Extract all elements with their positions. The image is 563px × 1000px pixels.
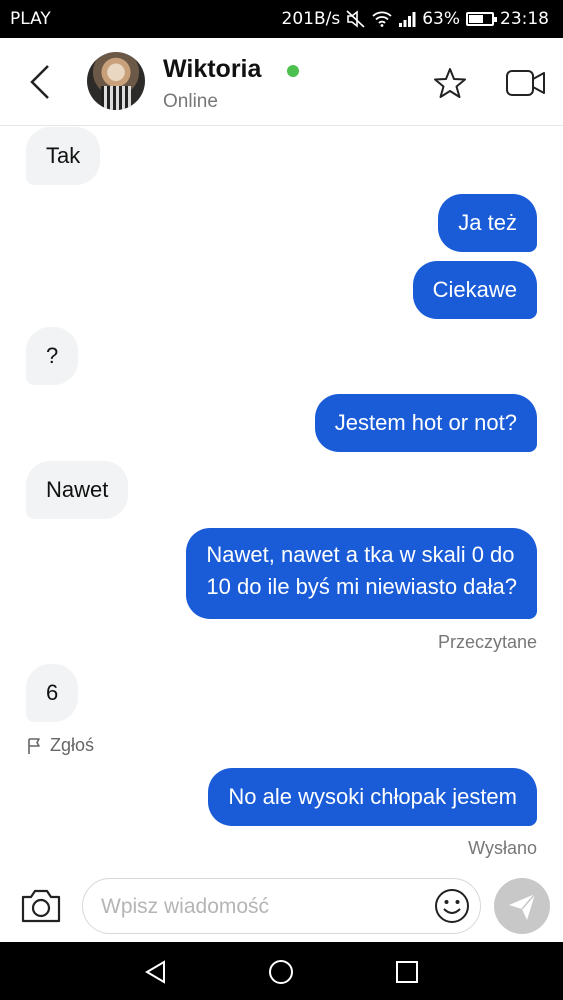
contact-status: Online: [163, 91, 218, 112]
read-receipt: Przeczytane: [437, 632, 537, 652]
system-navigation-bar: [0, 942, 563, 1000]
message-input-container: [82, 878, 481, 934]
status-bar: PLAY 201B/s 63% 23:18: [0, 0, 563, 38]
star-icon: [434, 68, 466, 98]
message-incoming[interactable]: Tak: [26, 127, 101, 185]
message-text: Ja też: [458, 210, 517, 235]
contact-name: Wiktoria: [163, 55, 262, 83]
message-outgoing[interactable]: Jestem hot or not?: [314, 394, 537, 452]
message-incoming[interactable]: 6: [26, 664, 79, 722]
message-outgoing[interactable]: No ale wysoki chłopak jestem: [208, 768, 537, 826]
nav-back-button[interactable]: [143, 959, 169, 985]
battery-icon: [466, 12, 497, 26]
video-camera-icon: [506, 70, 545, 96]
battery-fill: [469, 15, 483, 23]
nav-home-button[interactable]: [268, 959, 294, 985]
report-label: Zgłoś: [50, 735, 95, 755]
report-button[interactable]: Zgłoś: [26, 735, 94, 756]
triangle-back-icon: [145, 960, 165, 984]
signal-icon: [398, 11, 416, 27]
message-text: Ciekawe: [432, 277, 517, 302]
mute-icon: [346, 10, 366, 28]
smiley-icon: [435, 889, 469, 923]
message-incoming[interactable]: ?: [26, 327, 79, 385]
camera-icon: [21, 889, 61, 923]
message-text: Tak: [46, 143, 81, 168]
emoji-button[interactable]: [434, 888, 470, 924]
status-bar-right: 201B/s 63% 23:18: [282, 9, 550, 29]
message-incoming[interactable]: Nawet: [26, 461, 129, 519]
video-call-button[interactable]: [505, 68, 547, 98]
contact-avatar[interactable]: [87, 52, 145, 110]
message-text: Nawet: [46, 477, 109, 502]
message-text: 6: [46, 680, 59, 705]
message-text: No ale wysoki chłopak jestem: [228, 784, 517, 809]
carrier-name: PLAY: [10, 9, 51, 29]
message-text-line: 10 do ile byś mi niewiasto dała?: [206, 574, 517, 599]
camera-button[interactable]: [18, 883, 64, 929]
flag-icon: [28, 737, 40, 754]
circle-home-icon: [269, 960, 293, 984]
nav-recents-button[interactable]: [394, 959, 420, 985]
send-button[interactable]: [494, 878, 550, 934]
wifi-icon: [372, 11, 392, 27]
sent-receipt: Wysłano: [468, 838, 537, 858]
message-outgoing[interactable]: Nawet, nawet a tka w skali 0 do 10 do il…: [186, 528, 537, 619]
message-text-line: Nawet, nawet a tka w skali 0 do: [206, 542, 515, 567]
favorite-button[interactable]: [433, 66, 467, 100]
network-speed: 201B/s: [281, 9, 341, 29]
message-outgoing[interactable]: Ciekawe: [412, 261, 537, 319]
chat-header: Wiktoria Online: [0, 38, 563, 126]
paper-plane-icon: [509, 893, 536, 920]
square-recents-icon: [396, 961, 418, 983]
back-button[interactable]: [26, 62, 56, 102]
message-text: ?: [46, 343, 59, 368]
message-input[interactable]: [99, 889, 423, 925]
clock: 23:18: [500, 9, 549, 29]
online-indicator: [287, 65, 299, 77]
message-text: Jestem hot or not?: [334, 410, 517, 435]
chevron-left-icon: [30, 65, 49, 99]
message-outgoing[interactable]: Ja też: [438, 194, 537, 252]
battery-percent: 63%: [422, 9, 460, 29]
